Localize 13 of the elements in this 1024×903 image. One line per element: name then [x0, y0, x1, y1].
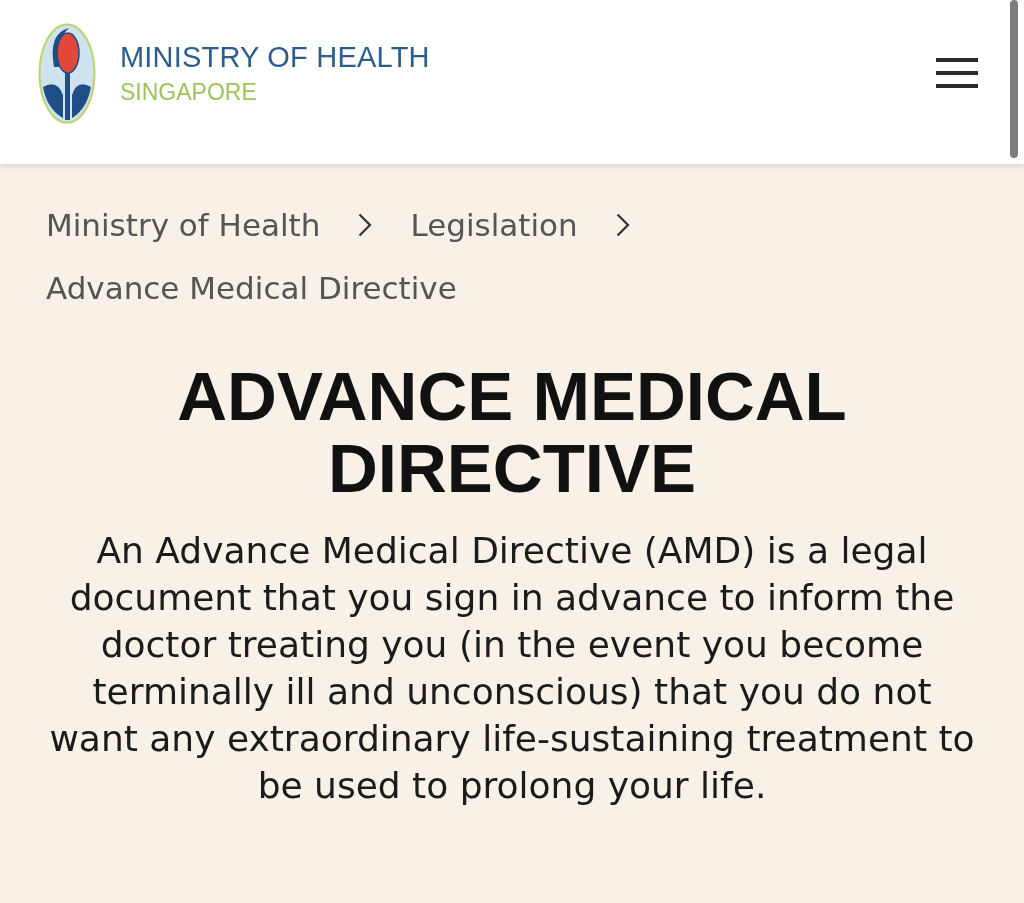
logo-subtitle: SINGAPORE [120, 80, 258, 104]
breadcrumb-current: Advance Medical Directive [46, 268, 457, 308]
emblem-icon [38, 22, 96, 124]
menu-button[interactable] [936, 58, 978, 88]
page-title: ADVANCE MEDICAL DIRECTIVE [176, 361, 848, 505]
logo-title: MINISTRY OF HEALTH [120, 42, 430, 72]
chevron-right-icon [358, 213, 373, 238]
chevron-right-icon [615, 213, 630, 238]
breadcrumb-link[interactable]: Ministry of Health [46, 202, 321, 249]
menu-icon [936, 58, 978, 88]
scrollbar-thumb[interactable] [1010, 0, 1018, 158]
breadcrumb-link[interactable]: Legislation [410, 202, 578, 249]
intro-paragraph: An Advance Medical Directive (AMD) is a legal document that you sign in advance to inform the doctor treating you (in the event you become terminally ill and unconscious) that you do not want any extraordinary life-sustaining treatment to be used to prolong your life. [48, 529, 976, 808]
